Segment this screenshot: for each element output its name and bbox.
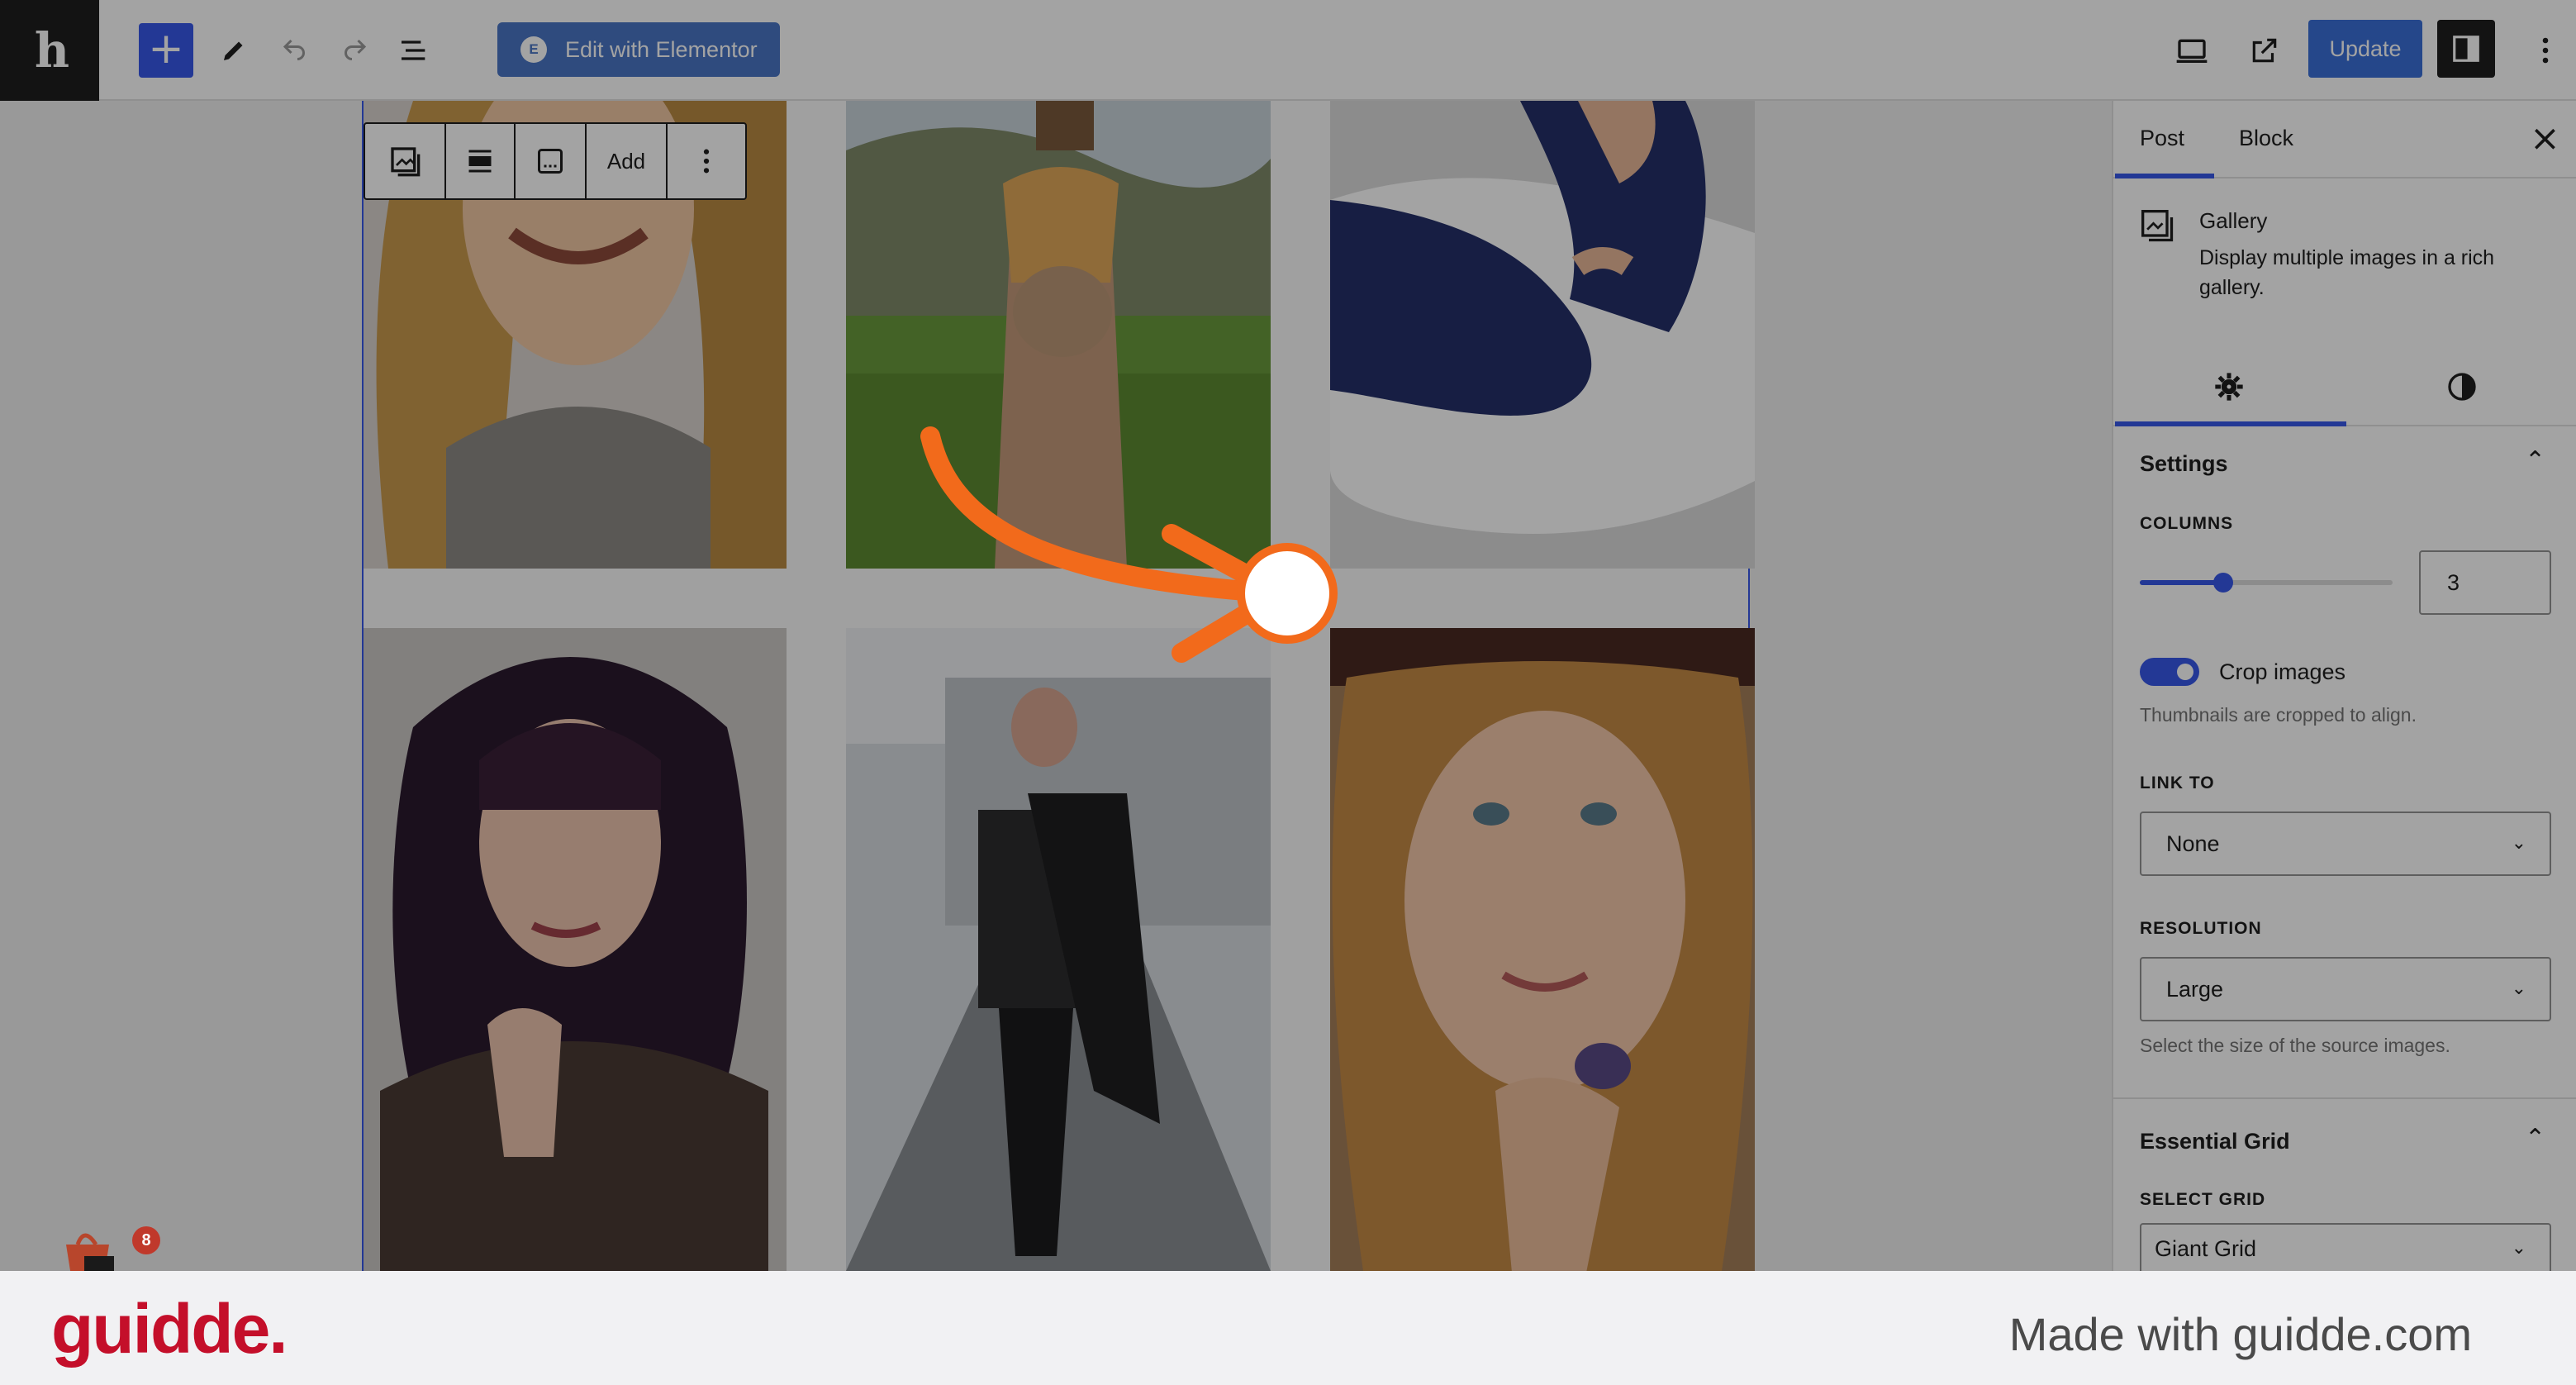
resolution-help: Select the size of the source images.: [2140, 1035, 2450, 1056]
gallery-image-6[interactable]: [1330, 628, 1755, 1271]
select-grid-dropdown[interactable]: Giant Grid ⌄: [2140, 1223, 2551, 1274]
more-vertical-icon[interactable]: [668, 124, 745, 198]
site-logo[interactable]: h: [0, 0, 99, 101]
resolution-value: Large: [2166, 977, 2224, 1002]
edit-with-elementor-label: Edit with Elementor: [565, 36, 758, 62]
add-image-button[interactable]: Add: [587, 124, 668, 198]
cart-count-badge: 8: [132, 1226, 160, 1254]
editor-canvas: Add: [0, 101, 2112, 1271]
gallery-icon: [2141, 210, 2174, 242]
align-icon[interactable]: [446, 124, 516, 198]
undo-icon[interactable]: [269, 25, 321, 76]
select-grid-value: Giant Grid: [2155, 1236, 2257, 1261]
desktop-preview-icon[interactable]: [2166, 25, 2217, 76]
add-block-button[interactable]: +: [139, 23, 193, 78]
resolution-label: RESOLUTION: [2140, 919, 2262, 938]
chevron-up-icon[interactable]: ⌃: [2525, 446, 2545, 475]
tab-post[interactable]: Post: [2140, 126, 2184, 151]
editor-top-toolbar: h + E Edit with Elementor Update: [0, 0, 2576, 101]
guidde-logo: guidde.: [51, 1290, 288, 1368]
styles-contrast-icon[interactable]: [2445, 370, 2479, 407]
link-to-value: None: [2166, 831, 2220, 856]
shopping-cart-icon[interactable]: 8: [59, 1223, 160, 1276]
site-logo-text: h: [34, 22, 69, 79]
update-button[interactable]: Update: [2308, 20, 2422, 78]
block-card-description: Display multiple images in a rich galler…: [2199, 246, 2495, 299]
redo-icon[interactable]: [329, 25, 380, 76]
settings-sidebar-icon[interactable]: [2437, 20, 2495, 78]
columns-range-thumb[interactable]: [2212, 573, 2233, 593]
more-options-icon[interactable]: [2520, 25, 2571, 76]
panel-divider: [2113, 1097, 2576, 1099]
edit-with-elementor-button[interactable]: E Edit with Elementor: [497, 22, 780, 77]
sidebar-tabs: Post Block ×: [2113, 101, 2576, 178]
resolution-select[interactable]: Large ⌄: [2140, 957, 2551, 1021]
chevron-up-icon[interactable]: ⌃: [2525, 1124, 2545, 1153]
chevron-down-icon: ⌄: [2511, 1238, 2526, 1259]
block-card-title: Gallery: [2199, 208, 2268, 233]
tab-active-indicator: [2115, 174, 2214, 178]
guidde-footer: guidde. Made with guidde.com: [0, 1271, 2576, 1385]
block-toolbar: Add: [364, 122, 747, 200]
link-to-select[interactable]: None ⌄: [2140, 811, 2551, 876]
select-grid-label: SELECT GRID: [2140, 1190, 2266, 1209]
columns-range-slider[interactable]: [2140, 573, 2393, 593]
crop-images-label: Crop images: [2219, 659, 2346, 684]
elementor-icon: E: [520, 36, 547, 63]
crop-images-toggle[interactable]: [2140, 658, 2199, 686]
made-with-label: Made with guidde.com: [2008, 1308, 2472, 1360]
settings-gear-icon[interactable]: [2212, 370, 2246, 407]
crop-images-help: Thumbnails are cropped to align.: [2140, 704, 2417, 726]
close-icon[interactable]: ×: [2530, 117, 2560, 159]
gallery-image-5[interactable]: [846, 628, 1271, 1271]
gallery-block-icon[interactable]: [365, 124, 446, 198]
settings-sidebar: Post Block × Gallery Display multiple im…: [2112, 101, 2576, 1274]
columns-range-fill: [2140, 580, 2223, 585]
chevron-down-icon: ⌄: [2511, 978, 2526, 999]
chevron-down-icon: ⌄: [2511, 833, 2526, 854]
gallery-image-3[interactable]: [1330, 101, 1755, 569]
external-view-icon[interactable]: [2239, 25, 2290, 76]
gallery-block[interactable]: [362, 101, 1755, 1271]
link-to-label: LINK TO: [2140, 773, 2215, 792]
tab-block[interactable]: Block: [2239, 126, 2293, 151]
document-overview-icon[interactable]: [388, 25, 440, 76]
columns-label: COLUMNS: [2140, 514, 2234, 533]
columns-number-input[interactable]: 3: [2419, 550, 2551, 615]
pencil-tool-icon[interactable]: [208, 25, 259, 76]
gallery-image-4[interactable]: [364, 628, 787, 1271]
subtab-active-indicator: [2115, 421, 2346, 426]
toggle-knob: [2177, 664, 2193, 680]
gallery-image-2[interactable]: [846, 101, 1271, 569]
essential-grid-panel-title[interactable]: Essential Grid: [2140, 1129, 2290, 1154]
block-settings-tabs: [2113, 349, 2576, 426]
settings-panel-title[interactable]: Settings: [2140, 451, 2228, 477]
caption-icon[interactable]: [516, 124, 587, 198]
